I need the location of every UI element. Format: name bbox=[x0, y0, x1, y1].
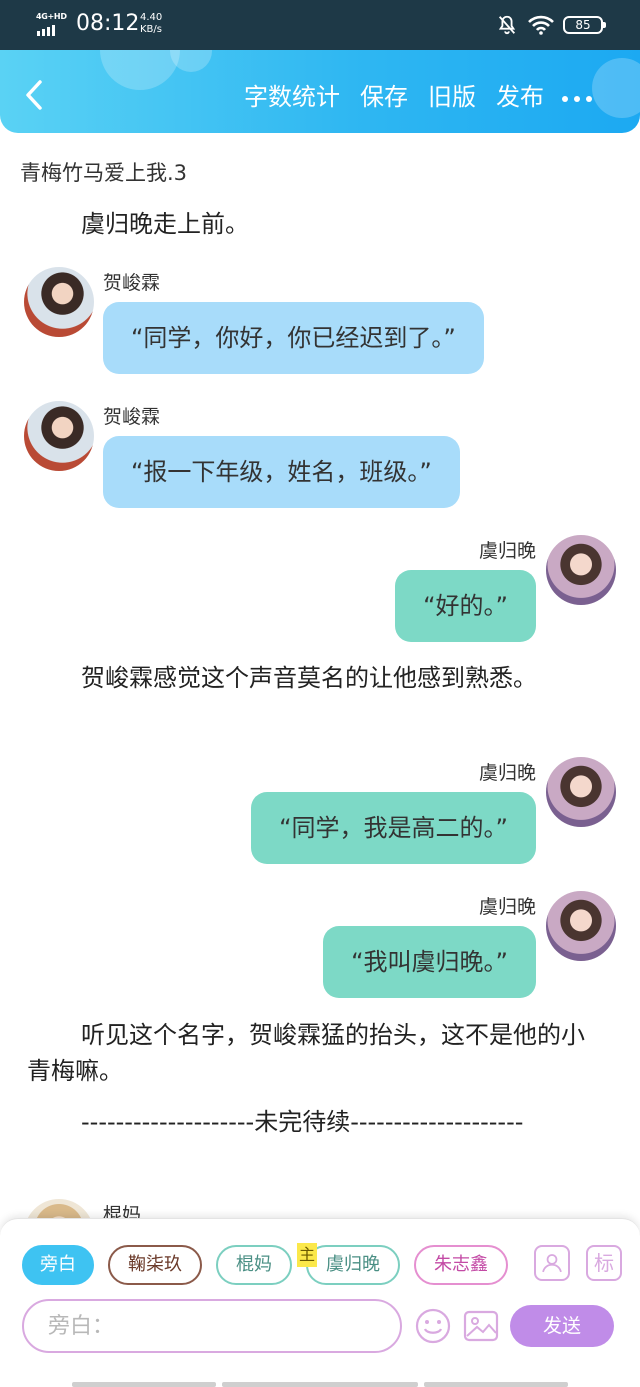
clock: 08:12 bbox=[76, 11, 140, 36]
speaker-name: 贺峻霖 bbox=[103, 272, 161, 294]
message-input[interactable] bbox=[22, 1299, 402, 1353]
back-button[interactable] bbox=[18, 78, 52, 112]
role-chip-narration[interactable]: 旁白 bbox=[22, 1245, 94, 1285]
word-count-button[interactable]: 字数统计 bbox=[244, 80, 340, 114]
speaker-name: 虞归晚 bbox=[478, 540, 536, 562]
header-decoration bbox=[170, 50, 212, 72]
story-feed: 青梅竹马爱上我.3 虞归晚走上前。 贺峻霖 “同学，你好，你已经迟到了。” 贺峻… bbox=[0, 133, 640, 1220]
speaker-name: 虞归晚 bbox=[478, 762, 536, 784]
message-bubble[interactable]: “同学，你好，你已经迟到了。” bbox=[103, 302, 484, 374]
role-chip[interactable]: 虞归晚 bbox=[306, 1245, 400, 1285]
message-bubble[interactable]: “报一下年级，姓名，班级。” bbox=[103, 436, 460, 508]
message-bubble[interactable]: “好的。” bbox=[395, 570, 536, 642]
story-title: 青梅竹马爱上我.3 bbox=[20, 161, 188, 185]
add-person-icon[interactable] bbox=[534, 1245, 570, 1281]
avatar bbox=[546, 757, 616, 827]
narration-text: 贺峻霖感觉这个声音莫名的让他感到熟悉。 bbox=[81, 664, 537, 692]
status-bar: 4G+HD 08:12 4.40 KB/s 85 bbox=[0, 0, 640, 50]
speaker-name: 贺峻霖 bbox=[103, 406, 161, 428]
narration-text: 听见这个名字，贺峻霖猛的抬头，这不是他的小青梅嘛。 bbox=[27, 1021, 585, 1085]
avatar bbox=[24, 401, 94, 471]
message-bubble[interactable]: “同学，我是高二的。” bbox=[251, 792, 536, 864]
header-decoration bbox=[592, 58, 640, 118]
role-chip[interactable]: 棍妈 bbox=[216, 1245, 292, 1285]
avatar bbox=[546, 891, 616, 961]
home-indicator bbox=[424, 1382, 568, 1387]
smiley-icon[interactable] bbox=[414, 1307, 452, 1345]
narration-text: --------------------未完待续----------------… bbox=[81, 1108, 524, 1136]
send-button[interactable]: 发送 bbox=[510, 1305, 614, 1347]
wifi-icon bbox=[528, 15, 554, 35]
avatar bbox=[24, 1199, 94, 1220]
tag-button[interactable]: 标 bbox=[586, 1245, 622, 1281]
avatar bbox=[24, 267, 94, 337]
avatar bbox=[546, 535, 616, 605]
editor-header: 字数统计 保存 旧版 发布 bbox=[0, 50, 640, 133]
speaker-name: 棍妈 bbox=[103, 1204, 142, 1220]
home-indicator bbox=[72, 1382, 216, 1387]
home-indicator bbox=[222, 1382, 418, 1387]
message-input-field[interactable] bbox=[24, 1301, 400, 1351]
mute-bell-icon bbox=[498, 15, 516, 35]
signal-icon: 4G+HD bbox=[36, 12, 70, 36]
main-role-tag: 主 bbox=[297, 1243, 317, 1267]
role-chip[interactable]: 朱志鑫 bbox=[414, 1245, 508, 1285]
network-type: 4G+HD bbox=[36, 12, 67, 21]
header-actions: 字数统计 保存 旧版 发布 bbox=[244, 80, 544, 114]
composer-panel: 旁白 鞠柒玖 棍妈 虞归晚 主 朱志鑫 标 发送 bbox=[0, 1218, 640, 1387]
network-speed: 4.40 KB/s bbox=[140, 12, 163, 35]
old-version-button[interactable]: 旧版 bbox=[428, 80, 476, 114]
publish-button[interactable]: 发布 bbox=[496, 80, 544, 114]
role-chip[interactable]: 鞠柒玖 bbox=[108, 1245, 202, 1285]
header-decoration bbox=[100, 50, 180, 90]
message-bubble[interactable]: “我叫虞归晚。” bbox=[323, 926, 536, 998]
save-button[interactable]: 保存 bbox=[360, 80, 408, 114]
image-icon[interactable] bbox=[462, 1307, 500, 1345]
narration-text: 虞归晚走上前。 bbox=[81, 210, 249, 238]
battery-indicator: 85 bbox=[563, 16, 606, 34]
more-dots-icon[interactable] bbox=[562, 96, 592, 102]
speaker-name: 虞归晚 bbox=[478, 896, 536, 918]
